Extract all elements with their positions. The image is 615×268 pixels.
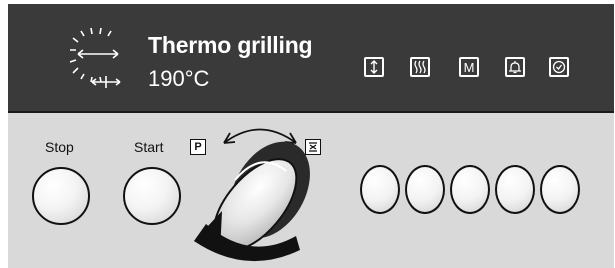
memory-button-4[interactable] — [495, 165, 535, 214]
memory-button-2[interactable] — [405, 165, 445, 214]
clock-icon — [549, 57, 569, 77]
thermo-grill-fan-icon — [69, 27, 121, 88]
memory-m-icon: M — [459, 57, 479, 77]
temperature-readout: 190°C — [148, 66, 210, 91]
timer-bell-icon — [505, 57, 525, 77]
memory-button-5[interactable] — [540, 165, 580, 214]
memory-button-3[interactable] — [450, 165, 490, 214]
grill-mode-icon — [305, 139, 321, 155]
defrost-icon — [364, 57, 384, 77]
mode-name: Thermo grilling — [148, 32, 313, 58]
start-label: Start — [134, 139, 164, 155]
grill-heat-icon — [410, 57, 430, 77]
oven-control-panel: Thermo grilling 190°C M Stop Start P — [0, 0, 615, 268]
start-button[interactable] — [123, 167, 181, 225]
selector-start-mark: P — [190, 139, 206, 155]
display-screen: Thermo grilling 190°C M — [8, 4, 614, 111]
stop-button[interactable] — [32, 167, 90, 225]
stop-label: Stop — [45, 139, 74, 155]
memory-button-1[interactable] — [360, 165, 400, 214]
memory-symbol: M — [463, 59, 475, 75]
